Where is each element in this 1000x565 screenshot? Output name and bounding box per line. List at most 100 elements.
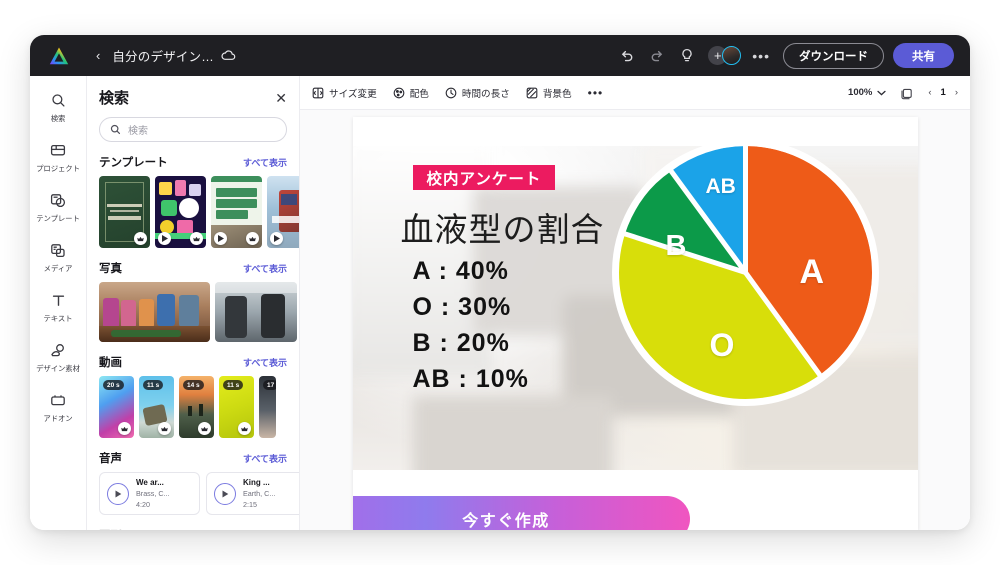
ribbon-label: 校内アンケート: [426, 170, 542, 188]
section-title: 写真: [99, 263, 122, 275]
prev-page-button[interactable]: ‹: [928, 87, 931, 98]
sidebar-item-media[interactable]: メディア: [32, 236, 85, 276]
see-all-link[interactable]: すべて表示: [243, 529, 287, 530]
panel-title: 検索: [99, 90, 130, 107]
premium-badge-icon: [198, 422, 211, 435]
section-title: 動画: [99, 357, 122, 369]
sidebar-item-projects[interactable]: プロジェクト: [32, 136, 85, 176]
video-duration-badge: 20 s: [103, 380, 124, 390]
stat-line[interactable]: A : 40%: [413, 257, 529, 286]
top-bar: ‹ 自分のデザイン… + ••• ダウンロード 共有: [30, 35, 970, 76]
page-number: 1: [940, 87, 946, 98]
toolbar-duration-button[interactable]: 時間の長さ: [445, 86, 510, 100]
premium-badge-icon: [158, 422, 171, 435]
toolbar-resize-button[interactable]: サイズ変更: [312, 86, 377, 100]
premium-badge-icon: [190, 232, 203, 245]
stat-line[interactable]: O : 30%: [413, 293, 529, 322]
video-thumbnail[interactable]: 11 s: [219, 376, 254, 438]
design-canvas[interactable]: 校内アンケート 血液型の割合 A : 40% O : 30% B : 20% A…: [352, 117, 918, 530]
audio-artist: Brass, C...: [136, 489, 170, 498]
folder-icon: [50, 140, 66, 160]
photos-row: [99, 282, 297, 342]
pie-chart-svg: [611, 139, 879, 406]
play-icon[interactable]: [107, 482, 129, 505]
templates-row: [99, 176, 299, 248]
stat-line[interactable]: AB : 10%: [413, 365, 529, 394]
audio-card[interactable]: We ar... Brass, C... 4:20: [99, 472, 200, 515]
close-icon[interactable]: ✕: [275, 91, 287, 105]
play-badge-icon[interactable]: [158, 232, 171, 245]
chevron-down-icon[interactable]: [877, 90, 887, 96]
editor-toolbar: サイズ変更 配色 時間の長さ 背景色 ••• 100% ‹ 1 ›: [300, 76, 970, 110]
download-button[interactable]: ダウンロード: [783, 42, 884, 69]
see-all-templates-link[interactable]: すべて表示: [243, 156, 287, 169]
pie-slice-label-o: O: [709, 327, 735, 363]
video-thumbnail[interactable]: 20 s: [99, 376, 134, 438]
see-all-photos-link[interactable]: すべて表示: [243, 262, 287, 275]
pie-slice-label-a: A: [799, 253, 825, 291]
zoom-level[interactable]: 100%: [848, 87, 872, 98]
toolbar-label: 背景色: [542, 88, 572, 100]
media-icon: [50, 240, 66, 260]
section-title: 図形: [99, 527, 122, 530]
search-input[interactable]: 検索: [99, 117, 287, 142]
sidebar-label: アドオン: [43, 414, 73, 423]
see-all-audio-link[interactable]: すべて表示: [243, 452, 287, 465]
editor-area: サイズ変更 配色 時間の長さ 背景色 ••• 100% ‹ 1 › 校内アンケー…: [300, 76, 970, 530]
clock-icon: [445, 87, 457, 99]
audio-row: We ar... Brass, C... 4:20 King ... Earth…: [99, 472, 299, 515]
lightbulb-icon[interactable]: [672, 42, 702, 70]
screenshot-root: ‹ 自分のデザイン… + ••• ダウンロード 共有 検索 プロジェクト テンプ…: [0, 0, 1000, 565]
premium-badge-icon: [118, 422, 131, 435]
canvas-title-text[interactable]: 血液型の割合: [401, 203, 605, 251]
photo-thumbnail[interactable]: [215, 282, 297, 342]
search-panel: 検索 ✕ 検索 テンプレート すべて表示 写真 すべて表示 動画 すべて表示 2…: [87, 76, 300, 530]
play-icon[interactable]: [214, 482, 236, 505]
ribbon-banner[interactable]: 校内アンケート: [412, 165, 556, 190]
pages-icon[interactable]: [900, 86, 914, 100]
sidebar-item-elements[interactable]: デザイン素材: [32, 336, 85, 376]
sidebar-item-templates[interactable]: テンプレート: [32, 186, 85, 226]
toolbar-background-button[interactable]: 背景色: [526, 86, 572, 100]
audio-title: We ar...: [136, 478, 164, 487]
cta-label: 今すぐ作成: [462, 513, 550, 530]
redo-icon[interactable]: [642, 42, 672, 70]
template-thumbnail[interactable]: [99, 176, 150, 248]
pie-chart[interactable]: A O B AB: [608, 135, 883, 410]
back-button[interactable]: ‹: [96, 49, 100, 62]
sidebar-item-search[interactable]: 検索: [32, 86, 85, 126]
play-badge-icon[interactable]: [214, 232, 227, 245]
canva-logo-icon[interactable]: [48, 46, 70, 66]
undo-icon[interactable]: [612, 42, 642, 70]
window-body: 検索 プロジェクト テンプレート メディア テキスト デザイン素材 アドオン 検…: [30, 76, 970, 530]
elements-icon: [50, 340, 66, 360]
share-button[interactable]: 共有: [893, 43, 954, 68]
sidebar-label: デザイン素材: [36, 364, 80, 373]
photo-thumbnail[interactable]: [99, 282, 210, 342]
section-header-templates: テンプレート すべて表示: [99, 154, 287, 170]
cta-button[interactable]: 今すぐ作成: [352, 496, 690, 530]
avatar[interactable]: [722, 46, 742, 65]
sidebar-item-apps[interactable]: アドオン: [32, 386, 85, 426]
template-thumbnail[interactable]: [155, 176, 206, 248]
video-thumbnail[interactable]: 11 s: [139, 376, 174, 438]
audio-card[interactable]: King ... Earth, C... 2:15: [206, 472, 299, 515]
template-thumbnail[interactable]: [267, 176, 299, 248]
play-badge-icon[interactable]: [270, 232, 283, 245]
see-all-videos-link[interactable]: すべて表示: [243, 356, 287, 369]
more-options-icon[interactable]: •••: [752, 48, 770, 64]
sidebar-item-text[interactable]: テキスト: [32, 286, 85, 326]
audio-meta: King ... Earth, C... 2:15: [243, 478, 275, 509]
video-duration-badge: 11 s: [223, 380, 244, 390]
video-thumbnail[interactable]: 17: [259, 376, 276, 438]
toolbar-palette-button[interactable]: 配色: [393, 86, 429, 100]
page-navigation: ‹ 1 ›: [928, 87, 958, 98]
next-page-button[interactable]: ›: [955, 87, 958, 98]
section-title: 音声: [99, 453, 122, 465]
stat-line[interactable]: B : 20%: [413, 329, 529, 358]
cloud-icon: [221, 50, 236, 61]
template-thumbnail[interactable]: [211, 176, 262, 248]
video-thumbnail[interactable]: 14 s: [179, 376, 214, 438]
toolbar-more-icon[interactable]: •••: [588, 86, 604, 100]
document-title[interactable]: 自分のデザイン…: [112, 46, 214, 65]
